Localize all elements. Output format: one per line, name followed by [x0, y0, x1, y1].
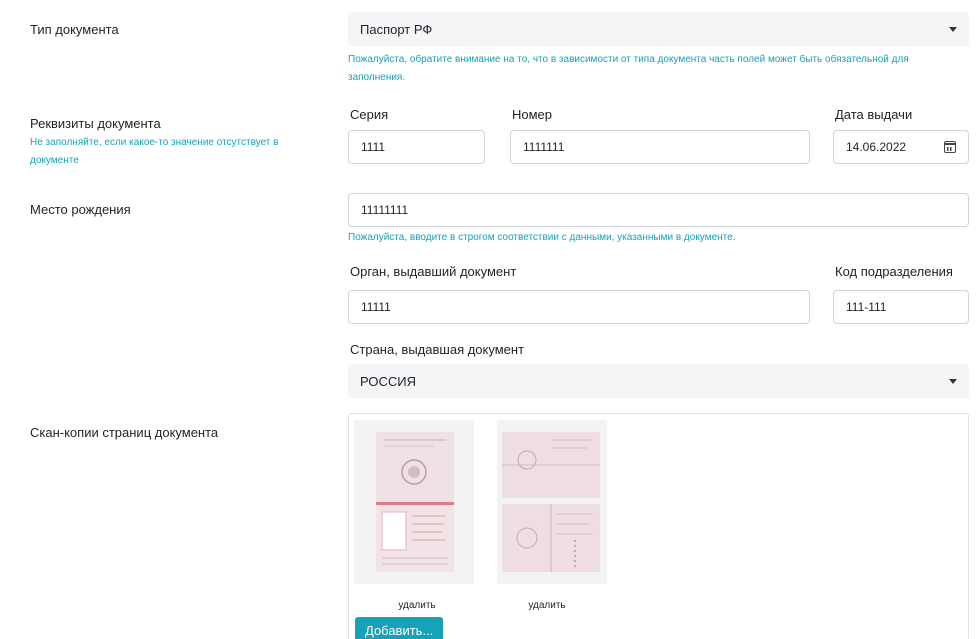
birthplace-value: 11111111 [361, 203, 409, 217]
division-code-value: 111-111 [846, 300, 887, 314]
issue-date-input[interactable]: 14.06.2022 [833, 130, 969, 164]
passport-page-image [376, 432, 454, 572]
series-value: 1111 [361, 140, 386, 154]
birthplace-input[interactable]: 11111111 [348, 193, 969, 227]
delete-scan-2-link[interactable]: удалить [507, 600, 587, 611]
add-scan-button-label: Добавить... [365, 622, 434, 638]
number-value: 1111111 [523, 140, 565, 154]
issuer-org-label: Орган, выдавший документ [350, 264, 517, 279]
number-label: Номер [512, 107, 553, 122]
division-code-input[interactable]: 111-111 [833, 290, 969, 324]
series-input[interactable]: 1111 [348, 130, 485, 164]
requisites-help: Не заполняйте, если какое-то значение от… [30, 137, 279, 166]
add-scan-button[interactable]: Добавить... [355, 617, 444, 639]
doc-type-label: Тип документа [30, 22, 119, 37]
scans-dropzone[interactable]: удалить удалить Добавить... [348, 413, 969, 639]
passport-page-image [502, 432, 600, 572]
caret-down-icon [949, 378, 957, 384]
birthplace-label: Место рождения [30, 202, 131, 217]
number-input[interactable]: 1111111 [510, 130, 810, 164]
calendar-icon[interactable] [944, 141, 956, 153]
delete-scan-1-link[interactable]: удалить [377, 600, 457, 611]
birthplace-help: Пожалуйста, вводите в строгом соответств… [348, 232, 736, 243]
issue-date-label: Дата выдачи [835, 107, 913, 122]
caret-down-icon [949, 26, 957, 32]
scan-thumbnail-2[interactable] [497, 420, 607, 584]
requisites-label: Реквизиты документа [30, 116, 161, 131]
scan-thumbnail-1[interactable] [354, 420, 474, 584]
issuer-org-value: 11111 [361, 300, 391, 314]
scans-label: Скан-копии страниц документа [30, 425, 219, 440]
country-select[interactable]: РОССИЯ [348, 364, 969, 398]
doc-type-value: Паспорт РФ [360, 21, 433, 37]
division-code-label: Код подразделения [835, 264, 953, 279]
country-value: РОССИЯ [360, 373, 417, 389]
series-label: Серия [350, 107, 389, 122]
issue-date-value: 14.06.2022 [846, 140, 907, 154]
doc-type-help: Пожалуйста, обратите внимание на то, что… [348, 54, 909, 83]
issuer-org-input[interactable]: 11111 [348, 290, 810, 324]
country-label: Страна, выдавшая документ [350, 342, 525, 357]
doc-type-select[interactable]: Паспорт РФ [348, 12, 969, 46]
